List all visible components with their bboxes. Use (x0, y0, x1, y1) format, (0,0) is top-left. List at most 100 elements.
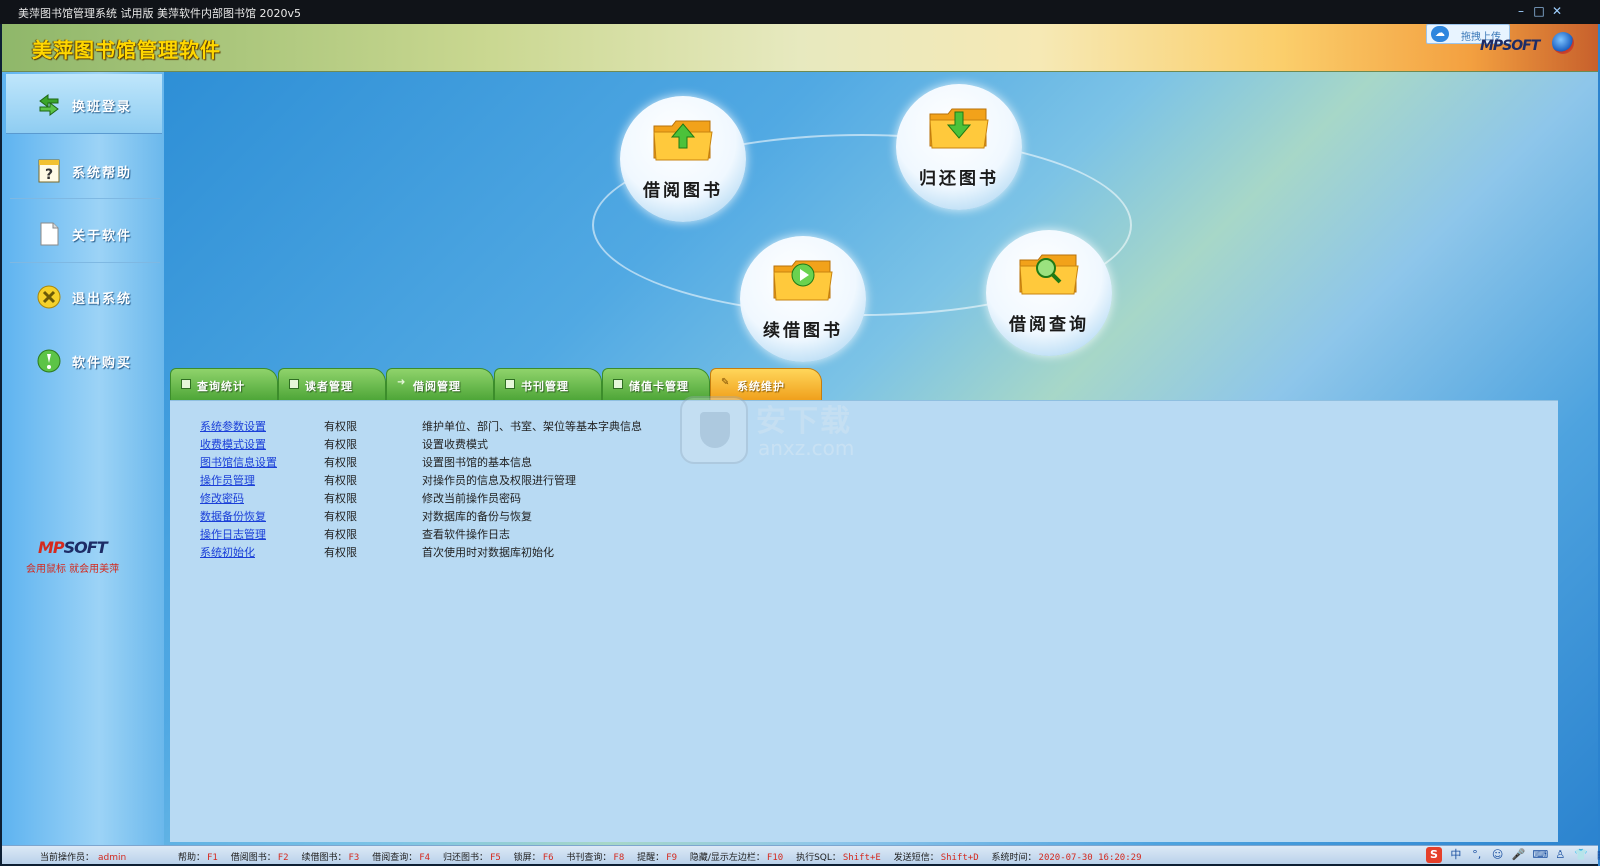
sidebar-divider (10, 198, 160, 199)
borrow-query-button[interactable]: 借阅查询 (986, 230, 1112, 356)
magnifier-icon (181, 379, 191, 389)
shortcut-label: 续借图书： (301, 853, 347, 863)
backup-restore-link[interactable]: 数据备份恢复 (200, 510, 266, 523)
skin-icon[interactable]: 👕 (1574, 848, 1588, 862)
svg-text:?: ? (45, 167, 53, 183)
punctuation-icon[interactable]: °, (1470, 848, 1484, 862)
permission-cell: 有权限 (324, 438, 357, 451)
arrow-right-icon: ➜ (397, 377, 406, 388)
description-cell: 设置收费模式 (422, 438, 488, 451)
sidebar-item-purchase[interactable]: 软件购买 (6, 330, 162, 390)
borrow-query-label: 借阅查询 (1009, 315, 1089, 335)
folder-download-icon (929, 108, 989, 149)
shortcut-label: 归还图书： (442, 853, 488, 863)
tab-label: 读者管理 (305, 380, 353, 393)
shortcut-key: F6 (542, 853, 554, 863)
folder-search-icon (1019, 254, 1079, 295)
sidebar-item-exit[interactable]: 退出系统 (6, 266, 162, 326)
window-title: 美萍图书馆管理系统 试用版 美萍软件内部图书馆 2020v5 (18, 7, 301, 20)
tab-reader-management[interactable]: 读者管理 (278, 368, 386, 400)
change-password-link[interactable]: 修改密码 (200, 492, 244, 505)
shortcut-label: 系统时间： (991, 853, 1037, 863)
shortcut-key: Shift+D (940, 853, 979, 863)
tab-query-statistics[interactable]: 查询统计 (170, 368, 278, 400)
description-cell: 首次使用时对数据库初始化 (422, 546, 554, 559)
sidebar-item-shift-login[interactable]: 换班登录 (6, 74, 162, 134)
watermark-url: anxz.com (758, 436, 855, 460)
brand-globe-icon (1552, 32, 1574, 54)
permission-cell: 有权限 (324, 492, 357, 505)
table-row: 数据备份恢复 有权限 对数据库的备份与恢复 (200, 507, 642, 525)
shortcut-toggle-sidebar: 隐藏/显示左边栏： F10 (690, 853, 783, 863)
permission-cell: 有权限 (324, 474, 357, 487)
table-row: 系统参数设置 有权限 维护单位、部门、书室、架位等基本字典信息 (200, 417, 642, 435)
sidebar-slogan: 会用鼠标 就会用美萍 (26, 564, 120, 575)
shortcut-label: 帮助： (178, 853, 206, 863)
shortcut-label: 隐藏/显示左边栏： (689, 853, 765, 863)
shortcut-return: 归还图书： F5 (443, 853, 501, 863)
sidebar-divider (10, 262, 160, 263)
shield-icon (680, 396, 748, 464)
return-books-button[interactable]: 归还图书 (896, 84, 1022, 210)
toolbox-icon[interactable]: ▦ (1595, 848, 1600, 862)
permission-cell: 有权限 (324, 528, 357, 541)
table-row: 系统初始化 有权限 首次使用时对数据库初始化 (200, 543, 642, 561)
return-books-label: 归还图书 (919, 169, 999, 189)
table-row: 操作日志管理 有权限 查看软件操作日志 (200, 525, 642, 543)
shortcut-key: F1 (207, 853, 218, 863)
shortcut-key: F3 (348, 853, 360, 863)
tab-publication-management[interactable]: 书刊管理 (494, 368, 602, 400)
description-cell: 查看软件操作日志 (422, 528, 510, 541)
window-titlebar: 美萍图书馆管理系统 试用版 美萍软件内部图书馆 2020v5 – □ ✕ (0, 0, 1600, 24)
tab-label: 系统维护 (737, 380, 785, 393)
keyboard-icon[interactable]: ⌨ (1532, 848, 1548, 862)
borrow-books-label: 借阅图书 (643, 181, 723, 201)
microphone-icon[interactable]: 🎤 (1512, 848, 1526, 862)
exit-icon (37, 285, 61, 309)
tab-borrow-management[interactable]: ➜ 借阅管理 (386, 368, 494, 400)
shortcut-borrow-query: 借阅查询： F4 (372, 853, 430, 863)
description-cell: 对数据库的备份与恢复 (422, 510, 532, 523)
tab-label: 储值卡管理 (629, 380, 689, 393)
user-icon[interactable]: ♙ (1553, 848, 1567, 862)
emoji-icon[interactable]: ☺ (1491, 848, 1505, 862)
ime-mode-chinese[interactable]: 中 (1449, 848, 1463, 862)
operator-management-link[interactable]: 操作员管理 (200, 474, 255, 487)
sidebar-item-help[interactable]: ? 系统帮助 (6, 140, 162, 200)
operation-log-link[interactable]: 操作日志管理 (200, 528, 266, 541)
shortcut-label: 提醒： (637, 853, 665, 863)
help-icon: ? (38, 159, 60, 183)
shortcut-key: Shift+E (842, 853, 881, 863)
folder-renew-icon (773, 260, 833, 301)
sidebar-item-label: 换班登录 (72, 100, 133, 115)
app-title: 美萍图书馆管理软件 (32, 38, 221, 62)
sogou-ime-icon[interactable]: S (1426, 847, 1442, 863)
description-cell: 设置图书馆的基本信息 (422, 456, 532, 469)
card-icon (289, 379, 299, 389)
minimize-button[interactable]: – (1512, 2, 1530, 20)
ime-toolbar: S 中 °, ☺ 🎤 ⌨ ♙ 👕 ▦ (1426, 847, 1600, 864)
system-init-link[interactable]: 系统初始化 (200, 546, 255, 559)
tab-label: 书刊管理 (521, 380, 569, 393)
shortcut-label: 发送短信： (893, 853, 939, 863)
system-time-value: 2020-07-30 16:20:29 (1038, 853, 1142, 863)
library-info-link[interactable]: 图书馆信息设置 (200, 456, 277, 469)
sidebar-item-about[interactable]: 关于软件 (6, 203, 162, 263)
sidebar-brand-logo: MPSOFT (38, 538, 108, 557)
borrow-books-button[interactable]: 借阅图书 (620, 96, 746, 222)
shortcut-borrow: 借阅图书： F2 (231, 853, 289, 863)
renew-books-button[interactable]: 续借图书 (740, 236, 866, 362)
shortcut-label: 执行SQL： (796, 853, 841, 863)
shortcut-hints: 帮助： F1 借阅图书： F2 续借图书： F3 借阅查询： F4 归还图书： F5 锁屏… (178, 850, 1151, 863)
shortcut-key: F9 (666, 853, 677, 863)
shortcut-key: F4 (419, 853, 431, 863)
system-params-link[interactable]: 系统参数设置 (200, 420, 266, 433)
table-row: 操作员管理 有权限 对操作员的信息及权限进行管理 (200, 471, 642, 489)
main-area: 借阅图书 归还图书 续借图书 借阅查询 查询统计 读者管理 ➜ 借阅管理 书刊管… (164, 72, 1598, 845)
tab-label: 借阅管理 (413, 380, 461, 393)
close-button[interactable]: ✕ (1548, 2, 1566, 20)
maximize-button[interactable]: □ (1530, 2, 1548, 20)
shortcut-key: F10 (766, 853, 784, 863)
shortcut-key: F2 (277, 853, 289, 863)
fee-mode-link[interactable]: 收费模式设置 (200, 438, 266, 451)
